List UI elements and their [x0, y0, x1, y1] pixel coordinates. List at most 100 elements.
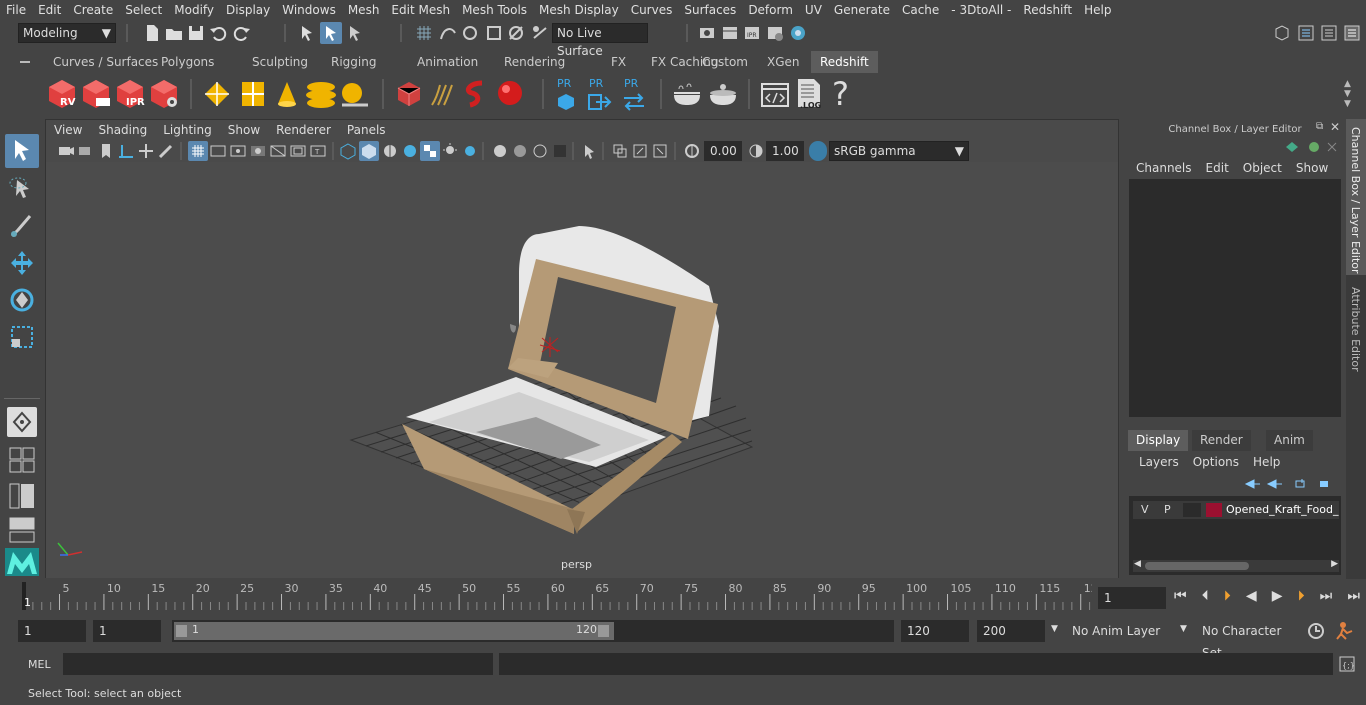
- isolate-select-icon[interactable]: [580, 141, 600, 161]
- rotate-tool-icon[interactable]: [8, 286, 36, 314]
- portal-light-icon[interactable]: [238, 79, 268, 109]
- hypershade-icon[interactable]: [788, 23, 808, 43]
- layer-tab-render[interactable]: Render: [1192, 430, 1251, 451]
- layer-reference-toggle[interactable]: [1183, 503, 1201, 517]
- viewport-menu-view[interactable]: View: [46, 120, 90, 140]
- anim-layer-dropdown[interactable]: No Anim Layer: [1066, 620, 1170, 642]
- grease-pencil-icon[interactable]: [156, 141, 176, 161]
- tab-channel-box[interactable]: Channel Box / Layer Editor: [1346, 119, 1366, 275]
- redshift-render-settings-button[interactable]: [148, 78, 180, 110]
- shelf-tab-custom[interactable]: Custom: [693, 51, 757, 73]
- bookmark-icon[interactable]: [96, 141, 116, 161]
- float-panel-icon[interactable]: ⧉: [1316, 121, 1323, 132]
- teapot-alt-icon[interactable]: [706, 81, 740, 109]
- menu-help[interactable]: Help: [1078, 0, 1117, 20]
- 2d-pan-zoom-icon[interactable]: [136, 141, 156, 161]
- open-scene-icon[interactable]: [164, 23, 184, 43]
- shelf-tab-animation[interactable]: Animation: [408, 51, 487, 73]
- red-sphere-icon[interactable]: [494, 79, 526, 109]
- mode-dropdown[interactable]: Modeling ▼: [18, 23, 116, 43]
- channel-box-menu-edit[interactable]: Edit: [1206, 161, 1229, 175]
- help-question-icon[interactable]: ?: [832, 75, 849, 113]
- use-all-lights-icon[interactable]: [440, 141, 460, 161]
- script-editor-icon[interactable]: [760, 81, 790, 109]
- viewport-menu-shading[interactable]: Shading: [90, 120, 155, 140]
- pr-export-button[interactable]: PR: [586, 77, 614, 111]
- shaded-wireframe-icon[interactable]: [400, 141, 420, 161]
- menu-select[interactable]: Select: [119, 0, 168, 20]
- viewport-menu-renderer[interactable]: Renderer: [268, 120, 339, 140]
- redo-icon[interactable]: [232, 23, 252, 43]
- go-to-start-icon[interactable]: ⏮: [1174, 588, 1187, 608]
- menu-deform[interactable]: Deform: [742, 0, 799, 20]
- viewport-menu-show[interactable]: Show: [220, 120, 268, 140]
- gamma-field[interactable]: 1.00: [766, 141, 804, 161]
- snap-point-icon[interactable]: [460, 23, 480, 43]
- menu-display[interactable]: Display: [220, 0, 276, 20]
- volume-icon[interactable]: [462, 79, 492, 109]
- shelf-menu-icon[interactable]: [20, 56, 32, 70]
- spot-light-icon[interactable]: [272, 79, 302, 109]
- auto-key-icon[interactable]: [1306, 621, 1326, 641]
- shelf-tab-xgen[interactable]: XGen: [758, 51, 809, 73]
- film-gate-icon[interactable]: [208, 141, 228, 161]
- render-frame-icon[interactable]: [720, 23, 740, 43]
- menu-surfaces[interactable]: Surfaces: [678, 0, 742, 20]
- step-back-key-icon[interactable]: ⏴: [1202, 588, 1209, 608]
- go-to-end-icon[interactable]: ⏭: [1347, 588, 1360, 608]
- menu-create[interactable]: Create: [67, 0, 119, 20]
- shelf-tab-fx[interactable]: FX: [602, 51, 635, 73]
- range-slider[interactable]: 1 120: [172, 620, 894, 642]
- wireframe-icon[interactable]: [338, 141, 358, 161]
- xray-joints-icon[interactable]: [630, 141, 650, 161]
- script-editor-icon[interactable]: {;}: [1338, 655, 1356, 673]
- menu-mesh-tools[interactable]: Mesh Tools: [456, 0, 533, 20]
- menu-redshift[interactable]: Redshift: [1017, 0, 1078, 20]
- camera-select-icon[interactable]: [56, 141, 76, 161]
- layer-horizontal-scrollbar[interactable]: ◀ ▶: [1133, 559, 1339, 572]
- scale-tool-icon[interactable]: [8, 323, 36, 351]
- time-slider[interactable]: 5 10 15 20 25 30 35 40 45 50 55 60 65 70 75 80 85 90 95 100…: [18, 580, 1098, 612]
- sun-sky-icon[interactable]: [338, 79, 372, 109]
- layer-tab-display[interactable]: Display: [1128, 430, 1189, 451]
- tool-settings-toggle-icon[interactable]: [1319, 23, 1339, 43]
- chevron-down-icon[interactable]: ▼: [1051, 624, 1058, 634]
- area-light-icon[interactable]: [202, 79, 232, 109]
- script-language-label[interactable]: MEL: [28, 658, 51, 671]
- scene-render[interactable]: [46, 162, 1118, 578]
- gate-mask-icon[interactable]: [248, 141, 268, 161]
- layer-tab-anim[interactable]: Anim: [1266, 430, 1313, 451]
- tab-attribute-editor[interactable]: Attribute Editor: [1346, 279, 1366, 379]
- xray-components-icon[interactable]: [650, 141, 670, 161]
- current-frame-field[interactable]: 1: [1098, 587, 1166, 609]
- layer-menu-options[interactable]: Options: [1193, 455, 1239, 469]
- menu-cache[interactable]: Cache: [896, 0, 945, 20]
- menu-generate[interactable]: Generate: [828, 0, 896, 20]
- snap-live-icon[interactable]: [506, 23, 526, 43]
- snap-grid-icon[interactable]: [414, 23, 434, 43]
- range-slider-handle[interactable]: 1 120: [174, 622, 614, 640]
- shelf-tab-polygons[interactable]: Polygons: [152, 51, 223, 73]
- select-by-hierarchy-icon[interactable]: [298, 23, 318, 43]
- step-forward-key-icon[interactable]: ⏭: [1320, 588, 1333, 608]
- image-plane-icon[interactable]: [116, 141, 136, 161]
- shelf-scroll-arrows[interactable]: ▲ ▼ ▼: [1344, 79, 1358, 111]
- scrollbar-thumb[interactable]: [1145, 562, 1249, 570]
- layer-menu-help[interactable]: Help: [1253, 455, 1280, 469]
- proxy-cube-icon[interactable]: [394, 79, 424, 109]
- shelf-tab-curves-surfaces[interactable]: Curves / Surfaces: [44, 51, 167, 73]
- layer-action-icons[interactable]: [1244, 477, 1336, 491]
- channel-box-icons[interactable]: [1284, 139, 1340, 155]
- menu-modify[interactable]: Modify: [168, 0, 220, 20]
- range-start-grip[interactable]: [176, 625, 187, 637]
- step-back-frame-icon[interactable]: ⏵: [1224, 588, 1231, 608]
- camera-attributes-icon[interactable]: [76, 141, 96, 161]
- menu-3dtoall[interactable]: - 3DtoAll -: [945, 0, 1017, 20]
- menu-mesh-display[interactable]: Mesh Display: [533, 0, 625, 20]
- screen-space-ao-icon[interactable]: [490, 141, 510, 161]
- shelf-tab-redshift[interactable]: Redshift: [811, 51, 878, 73]
- live-surface-field[interactable]: No Live Surface: [552, 23, 648, 58]
- four-pane-layout-icon[interactable]: [8, 446, 36, 474]
- save-scene-icon[interactable]: [186, 23, 206, 43]
- layer-color-swatch[interactable]: [1206, 503, 1222, 517]
